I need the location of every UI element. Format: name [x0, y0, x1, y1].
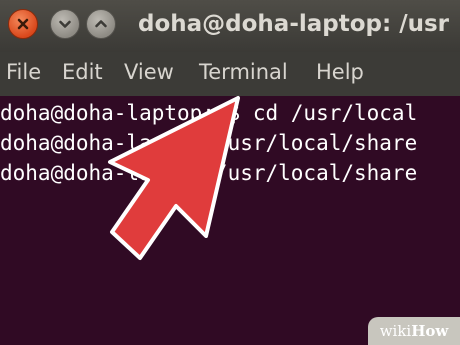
pointer-arrow-icon — [108, 96, 240, 260]
wikihow-watermark: wiki How — [368, 317, 460, 345]
watermark-prefix: wiki — [379, 322, 412, 340]
watermark-suffix: How — [411, 322, 449, 340]
